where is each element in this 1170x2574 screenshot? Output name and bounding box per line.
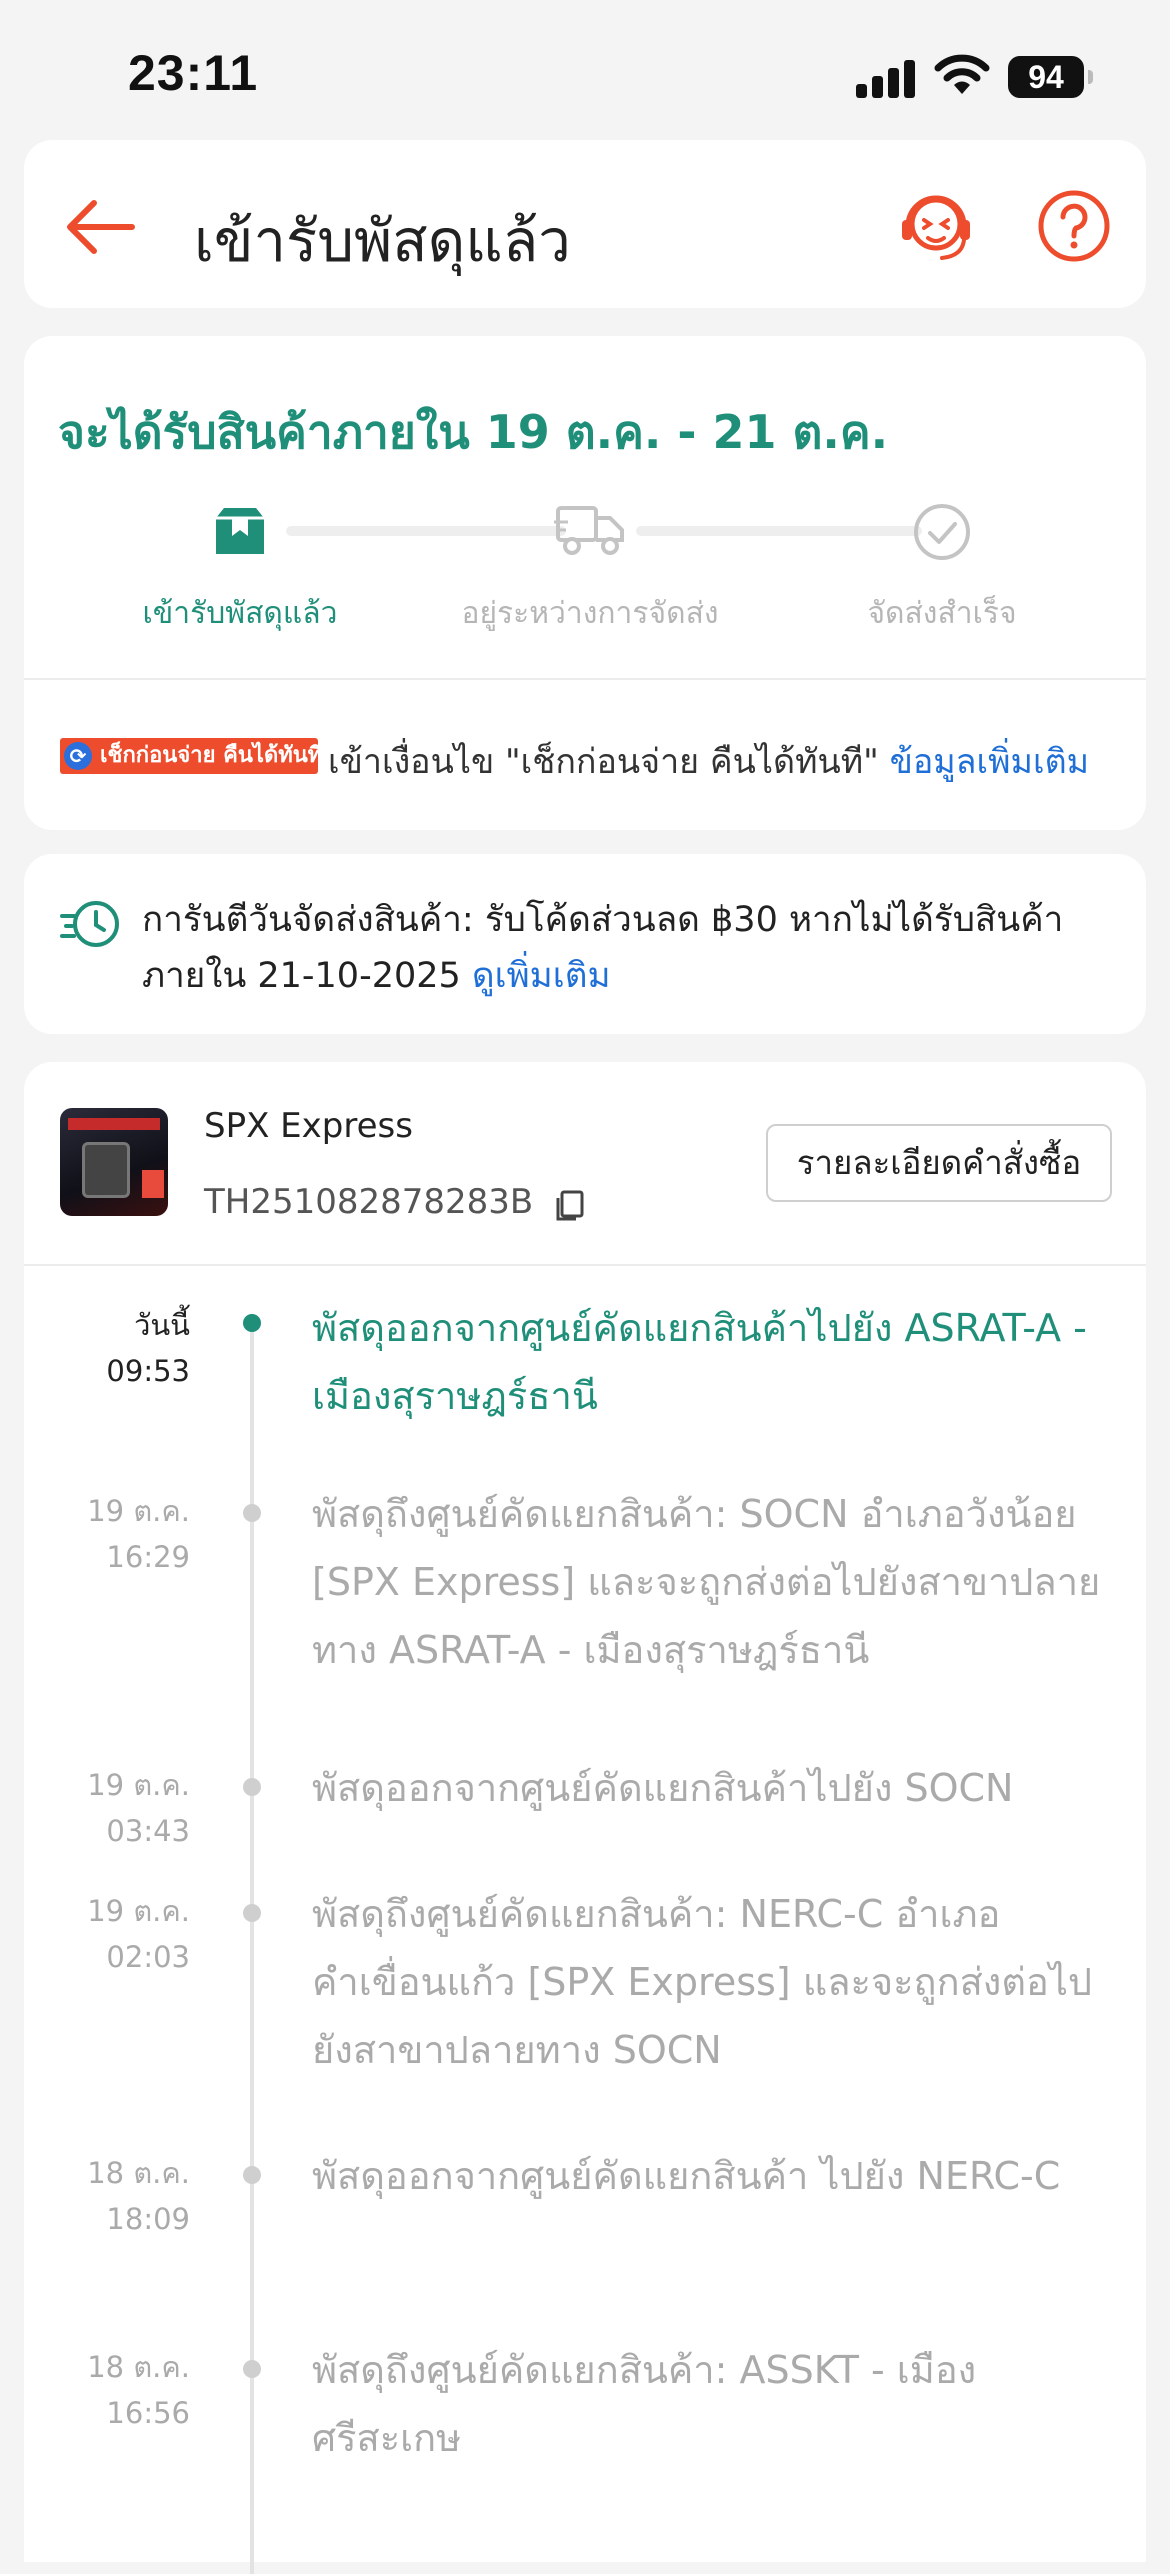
- estimated-delivery: จะได้รับสินค้าภายใน 19 ต.ค. - 21 ต.ค.: [58, 405, 889, 459]
- divider: [24, 678, 1146, 680]
- timeline-text: พัสดุถึงศูนย์คัดแยกสินค้า: ASSKT - เมือง…: [312, 2348, 977, 2460]
- timeline-text: พัสดุออกจากศูนย์คัดแยกสินค้า ไปยัง NERC-…: [312, 2154, 1061, 2198]
- delivery-guarantee-card: การันตีวันจัดส่งสินค้า: รับโค้ดส่วนลด ฿3…: [24, 854, 1146, 1034]
- order-details-button[interactable]: รายละเอียดคำสั่งซื้อ: [766, 1124, 1112, 1202]
- help-icon[interactable]: [1034, 186, 1114, 266]
- timeline-dot: [243, 1504, 261, 1522]
- step-label-in-transit: อยู่ระหว่างการจัดส่ง: [461, 596, 719, 631]
- truck-icon: [554, 506, 624, 555]
- timeline-dot: [243, 1904, 261, 1922]
- timeline-date: วันนี้ 09:53: [106, 1308, 190, 1388]
- timeline-text: พัสดุถึงศูนย์คัดแยกสินค้า: NERC-C อำเภอค…: [312, 1892, 1093, 2072]
- delivery-guarantee-text: การันตีวันจัดส่งสินค้า: รับโค้ดส่วนลด ฿3…: [142, 892, 1102, 1004]
- guarantee-text: เข้าเงื่อนไข "เช็กก่อนจ่าย คืนได้ทันที": [328, 742, 879, 782]
- step-label-delivered: จัดส่งสำเร็จ: [867, 596, 1017, 631]
- customer-support-icon[interactable]: [894, 184, 978, 268]
- timeline-dot: [243, 2166, 261, 2184]
- timeline-dot: [243, 1778, 261, 1796]
- timeline-text: พัสดุถึงศูนย์คัดแยกสินค้า: SOCN อำเภอวัง…: [312, 1492, 1101, 1672]
- timeline-date: 18 ต.ค. 16:56: [87, 2350, 190, 2430]
- tracking-number: TH251082878283B: [204, 1182, 534, 1222]
- timeline-text: พัสดุออกจากศูนย์คัดแยกสินค้าไปยัง ASRAT-…: [312, 1306, 1087, 1418]
- progress-segment: [636, 526, 922, 536]
- divider: [24, 1264, 1146, 1266]
- box-icon: [216, 508, 264, 554]
- status-time: 23:11: [128, 45, 259, 101]
- timeline-line: [250, 1314, 254, 2574]
- progress-segment: [286, 526, 566, 536]
- check-circle-icon: [914, 504, 970, 560]
- timeline-dot: [243, 1314, 261, 1332]
- cellular-signal-icon: [856, 58, 916, 98]
- tracking-card: SPX Express TH251082878283B รายละเอียดคำ…: [24, 1062, 1146, 2574]
- product-thumbnail: [60, 1108, 168, 1216]
- header: เข้ารับพัสดุแล้ว: [24, 140, 1146, 308]
- battery-tip: [1088, 70, 1093, 84]
- refresh-icon: ⟳: [64, 742, 92, 770]
- check-before-pay-badge: ⟳ เช็กก่อนจ่าย คืนได้ทันที: [60, 738, 318, 774]
- guarantee-info: เข้าเงื่อนไข "เช็กก่อนจ่าย คืนได้ทันที" …: [328, 734, 1089, 788]
- fast-clock-icon: [60, 901, 119, 947]
- timeline-date: 19 ต.ค. 03:43: [87, 1768, 190, 1848]
- timeline-dot: [243, 2360, 261, 2378]
- page-title: เข้ารับพัสดุแล้ว: [194, 207, 571, 275]
- battery-level: 94: [1008, 56, 1084, 98]
- status-bar: 23:11 94: [0, 0, 1170, 140]
- carrier-name: SPX Express: [204, 1106, 413, 1146]
- copy-icon[interactable]: [552, 1188, 586, 1222]
- timeline-text: พัสดุออกจากศูนย์คัดแยกสินค้าไปยัง SOCN: [312, 1766, 1014, 1810]
- delivery-status-card: จะได้รับสินค้าภายใน 19 ต.ค. - 21 ต.ค. เข…: [24, 336, 1146, 830]
- timeline-date: 19 ต.ค. 02:03: [87, 1894, 190, 1974]
- timeline-date: 18 ต.ค. 18:09: [87, 2156, 190, 2236]
- wifi-icon: [934, 54, 990, 94]
- step-label-picked-up: เข้ารับพัสดุแล้ว: [142, 596, 338, 631]
- see-more-link[interactable]: ดูเพิ่มเติม: [472, 956, 611, 996]
- back-arrow-icon[interactable]: [60, 192, 140, 262]
- badge-label: เช็กก่อนจ่าย คืนได้ทันที: [100, 743, 318, 768]
- timeline-date: 19 ต.ค. 16:29: [87, 1494, 190, 1574]
- more-info-link[interactable]: ข้อมูลเพิ่มเติม: [890, 742, 1089, 782]
